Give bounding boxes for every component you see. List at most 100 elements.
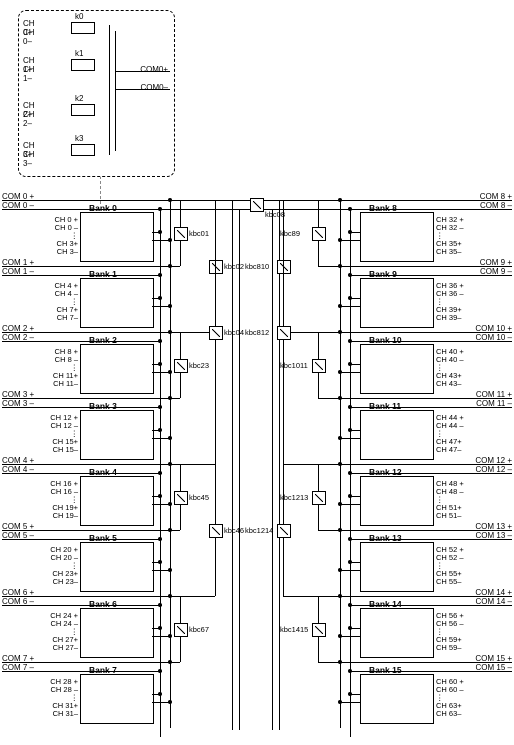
bus-left-v1 [232,200,233,730]
dot [158,494,162,498]
rail [340,464,341,530]
relay-r1 [277,260,291,274]
relay-r6 [312,623,326,637]
det-ch0-neg: CH 0– [23,28,35,46]
com-pos-r0: COM 8 + [480,192,512,201]
bank-title-7: Bank 7 [89,665,117,675]
bank-3: Bank 3 [80,410,154,460]
rail [170,596,171,662]
dot [338,700,342,704]
com-pos-l2: COM 2 + [2,324,34,333]
ch-r2: CH 40 + CH 40 – ⋮ CH 43+ CH 43– [436,348,476,388]
bank-title-r0: Bank 8 [369,203,397,213]
relay-r-lbl2: kbc1011 [280,361,308,370]
com-neg-r2: COM 10 – [476,333,512,342]
bank-r2: Bank 10 [360,344,434,394]
relay-wire [170,596,180,597]
det-ch1-neg: CH 1– [23,65,35,83]
relay-l6 [174,623,188,637]
relay-l-lbl0: kbc01 [189,229,209,238]
com-neg-l0: COM 0 – [2,201,34,210]
relay-l-lbl4: kbc45 [189,493,209,502]
relay-wire [170,662,180,663]
relay-r-lbl6: kbc1415 [280,625,308,634]
com-neg-r0: COM 8 – [480,201,512,210]
det-k2-label: k2 [75,94,83,103]
relay-kbc08 [250,198,264,212]
dot [348,339,352,343]
dot [348,273,352,277]
dot [168,700,172,704]
dot [158,626,162,630]
relay-wire [170,266,180,267]
det-k0-switch [71,22,95,34]
bank-title-5: Bank 5 [89,533,117,543]
ch-r4: CH 48 + CH 48 – ⋮ CH 51+ CH 51– [436,480,476,520]
relay-r-lbl5: kbc1214 [245,526,273,535]
dot [158,230,162,234]
rail [160,671,161,737]
det-k1-switch [71,59,95,71]
dot [348,537,352,541]
bank-title-r2: Bank 10 [369,335,402,345]
relay-wire [170,464,215,465]
wire [340,240,360,241]
relay-l0 [174,227,188,241]
wire [340,372,360,373]
dot [348,230,352,234]
bank-0: Bank 0 [80,212,154,262]
bank-1: Bank 1 [80,278,154,328]
relay-r-lbl1: kbc810 [245,262,269,271]
relay-l4 [174,491,188,505]
dot [158,692,162,696]
relay-l2 [174,359,188,373]
bank-4: Bank 4 [80,476,154,526]
com-pos-r2: COM 10 + [475,324,512,333]
com-neg-l1: COM 1 – [2,267,34,276]
relay-l1 [209,260,223,274]
det-ch3-neg: CH 3– [23,150,35,168]
dot [158,471,162,475]
relay-r4 [312,491,326,505]
dot [348,471,352,475]
wire [340,306,360,307]
com-pos-r4: COM 12 + [475,456,512,465]
relay-r0 [312,227,326,241]
ch-l0: CH 0 + CH 0 – ⋮ CH 3+ CH 3– [46,216,78,256]
wire [340,702,360,703]
rail [340,332,341,398]
bank-7: Bank 7 [80,674,154,724]
com-neg-l3: COM 3 – [2,399,34,408]
bank-title-r1: Bank 9 [369,269,397,279]
relay-wire [318,398,340,399]
com-neg-l6: COM 6 – [2,597,34,606]
rail [340,200,341,266]
bank-r1: Bank 9 [360,278,434,328]
ch-l3: CH 12 + CH 12 – ⋮ CH 15+ CH 15– [46,414,78,454]
bank-title-3: Bank 3 [89,401,117,411]
bank-r6: Bank 14 [360,608,434,658]
dot [158,207,162,211]
relay-l5 [209,524,223,538]
ch-l6: CH 24 + CH 24 – ⋮ CH 27+ CH 27– [46,612,78,652]
relay-wire [170,332,180,333]
wire [340,570,360,571]
dot [158,603,162,607]
ch-r0: CH 32 + CH 32 – ⋮ CH 35+ CH 35– [436,216,476,256]
bank-r4: Bank 12 [360,476,434,526]
ch-l2: CH 8 + CH 8 – ⋮ CH 11+ CH 11– [46,348,78,388]
dot [338,304,342,308]
com-neg-r3: COM 11 – [476,399,512,408]
bank-title-2: Bank 2 [89,335,117,345]
wire [340,504,360,505]
com-neg-l7: COM 7 – [2,663,34,672]
det-k3-switch [71,144,95,156]
relay-wire [170,200,215,201]
dot [348,560,352,564]
dot [348,494,352,498]
relay-wire [318,266,340,267]
ch-r3: CH 44 + CH 44 – ⋮ CH 47+ CH 47– [436,414,476,454]
com-neg-r4: COM 12 – [476,465,512,474]
relay-wire [283,464,340,465]
relay-kbc08-label: kbc08 [265,210,285,219]
